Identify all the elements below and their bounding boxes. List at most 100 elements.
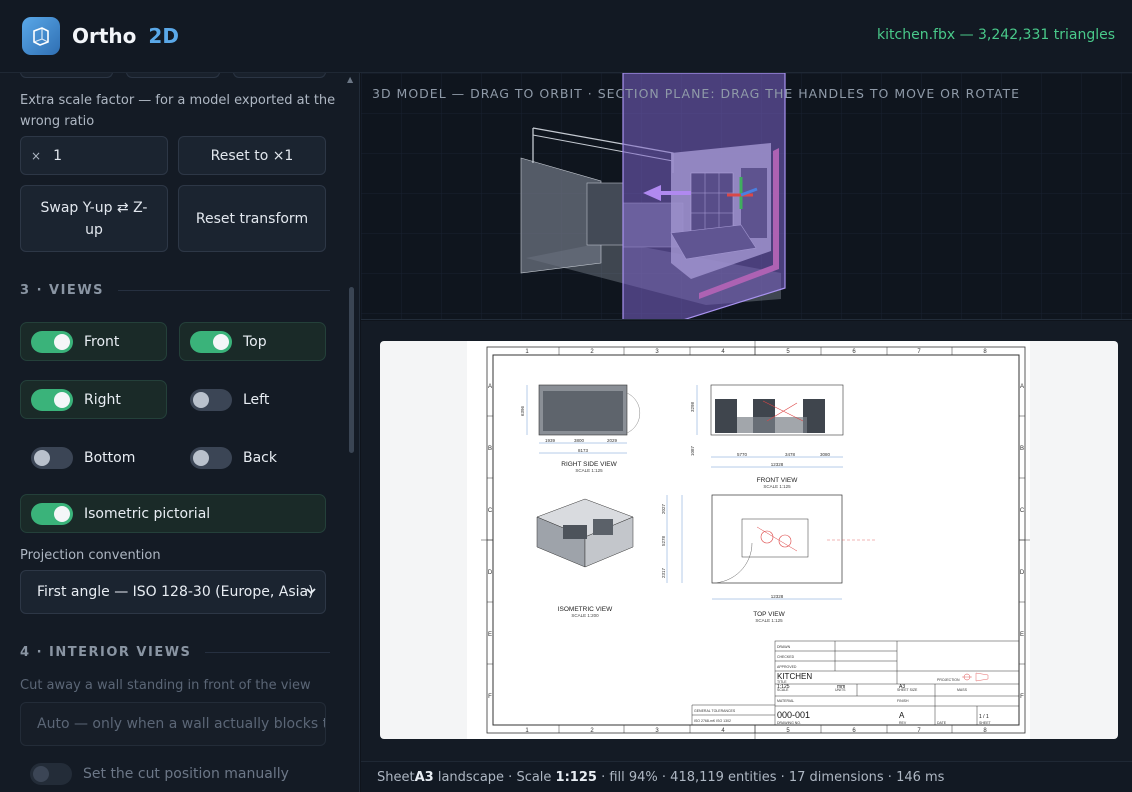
tb-sheet-value: A3 <box>899 684 905 690</box>
dimension-label: 5278 <box>661 535 666 546</box>
status-bar: Sheet A3 landscape · Scale 1:125 · fill … <box>361 761 1132 792</box>
drawing-preview-panel[interactable]: 1 2 3 4 5 6 7 8 1 2 3 4 5 6 7 8 A B C D … <box>361 321 1132 761</box>
views-section-label: 3 · VIEWS <box>20 283 105 298</box>
projection-select[interactable]: First angle — ISO 128-30 (Europe, Asia) <box>20 570 326 614</box>
cutaway-value: Auto — only when a wall actually blocks … <box>37 716 326 732</box>
tb-sheet-count: 1 / 1 <box>979 714 989 720</box>
cut-off-button[interactable] <box>20 73 113 78</box>
tb-tolerances-label: GENERAL TOLERANCES <box>694 709 736 713</box>
reset-transform-button[interactable]: Reset transform <box>178 185 326 252</box>
dimension-label: 12328 <box>771 462 784 467</box>
cutaway-select[interactable]: Auto — only when a wall actually blocks … <box>20 702 326 746</box>
cut-off-button[interactable] <box>126 73 220 78</box>
col-label: 8 <box>983 349 987 355</box>
dimension-label: 3478 <box>785 452 796 457</box>
tb-rev-value: A <box>899 711 905 720</box>
model-info: kitchen.fbx — 3,242,331 triangles <box>877 27 1115 43</box>
views-section-title: 3 · VIEWS <box>20 283 330 298</box>
dimension-label: 2027 <box>661 503 666 514</box>
settings-sidebar[interactable]: ▲ Extra scale factor — for a model expor… <box>0 73 360 792</box>
status-sheet-size: A3 <box>414 769 434 785</box>
scroll-up-arrow-icon[interactable]: ▲ <box>347 75 353 84</box>
view-label: Bottom <box>84 449 136 466</box>
tb-rev-label: REV <box>899 721 907 725</box>
top-view-title: TOP VIEW <box>753 611 785 618</box>
col-label: 3 <box>655 349 659 355</box>
tb-drawn-label: DRAWN <box>777 645 791 649</box>
view-toggle-back[interactable]: Back <box>179 438 326 477</box>
tb-drawing-no: 000-001 <box>777 710 810 720</box>
section-divider <box>205 652 330 653</box>
view-toggle-isometric[interactable]: Isometric pictorial <box>20 494 326 533</box>
swap-axes-button[interactable]: Swap Y-up ⇄ Z-up <box>20 185 168 252</box>
view-label: Front <box>84 333 120 350</box>
right-view-title: RIGHT SIDE VIEW <box>561 461 617 468</box>
toggle-switch[interactable] <box>31 330 73 353</box>
row-label: B <box>1020 446 1024 452</box>
scale-factor-input[interactable]: × 1 <box>20 136 168 175</box>
drawing-sheet[interactable]: 1 2 3 4 5 6 7 8 1 2 3 4 5 6 7 8 A B C D … <box>380 341 1118 739</box>
row-label: B <box>488 446 492 452</box>
toggle-switch[interactable] <box>190 330 232 353</box>
front-view-scale: SCALE 1:125 <box>763 484 791 489</box>
dimension-label: 12328 <box>771 594 784 599</box>
chevron-down-icon <box>305 584 317 602</box>
toggle-switch[interactable] <box>30 763 72 785</box>
toggle-switch[interactable] <box>31 388 73 411</box>
app-logo-icon <box>22 17 60 55</box>
view-toggle-front[interactable]: Front <box>20 322 167 361</box>
dimension-label: 2317 <box>661 567 666 578</box>
toggle-switch[interactable] <box>190 446 232 469</box>
tb-scale-value: 1:125 <box>777 684 790 690</box>
status-sheet-prefix: Sheet <box>377 769 415 785</box>
tb-mass-label: MASS <box>957 688 968 692</box>
col-label: 6 <box>852 349 856 355</box>
view-toggle-bottom[interactable]: Bottom <box>20 438 167 477</box>
tb-finish-label: FINISH <box>897 699 909 703</box>
dimension-label: 1087 <box>690 445 695 456</box>
tb-material-label: MATERIAL <box>777 699 794 703</box>
front-view-title: FRONT VIEW <box>757 477 799 484</box>
row-label: C <box>1020 508 1025 514</box>
tb-sheet-count-label: SHEET <box>979 721 992 725</box>
status-orientation: landscape · Scale <box>433 769 556 785</box>
sidebar-scroll-thumb[interactable] <box>349 287 354 453</box>
col-label: 2 <box>590 349 594 355</box>
toggle-switch[interactable] <box>190 388 232 411</box>
row-label: C <box>488 508 493 514</box>
view-label: Left <box>243 391 270 408</box>
dimension-label: 8173 <box>578 448 589 453</box>
col-label: 4 <box>721 349 725 355</box>
tb-checked-label: CHECKED <box>777 655 795 659</box>
row-label: F <box>488 694 492 700</box>
view-toggle-left[interactable]: Left <box>179 380 326 419</box>
tb-date-label: DATE <box>937 721 947 725</box>
top-view-scale: SCALE 1:125 <box>755 618 783 623</box>
view-toggle-right[interactable]: Right <box>20 380 167 419</box>
row-label: F <box>1020 694 1024 700</box>
row-label: D <box>488 570 493 576</box>
dimension-label: 3298 <box>690 401 695 412</box>
manual-cut-row[interactable]: Set the cut position manually <box>30 763 289 785</box>
toggle-switch[interactable] <box>31 502 73 525</box>
reset-scale-button[interactable]: Reset to ×1 <box>178 136 326 175</box>
row-label: A <box>1020 384 1024 390</box>
cut-off-button[interactable] <box>233 73 326 78</box>
toggle-switch[interactable] <box>31 446 73 469</box>
isometric-view <box>536 498 634 568</box>
app-window: Ortho 2 D kitchen.fbx — 3,242,331 triangl… <box>0 0 1132 792</box>
view-toggle-top[interactable]: Top <box>179 322 326 361</box>
app-header: Ortho 2D kitchen.fbx — 3,242,331 triangl… <box>0 0 1132 73</box>
model-viewport[interactable]: 3D MODEL — DRAG TO ORBIT · SECTION PLANE… <box>361 73 1132 320</box>
dimension-label: 5770 <box>737 452 748 457</box>
view-label: Back <box>243 449 277 466</box>
row-label: E <box>1020 632 1024 638</box>
tb-approved-label: APPROVED <box>777 665 797 669</box>
scale-hint: Extra scale factor — for a model exporte… <box>20 93 336 129</box>
dimension-label: 1939 <box>545 438 556 443</box>
dimension-label: 6396 <box>520 405 525 416</box>
section-divider <box>118 290 330 291</box>
col-label: 1 <box>525 349 529 355</box>
app-brand: Ortho <box>72 24 137 48</box>
viewport-canvas[interactable] <box>361 73 1132 320</box>
